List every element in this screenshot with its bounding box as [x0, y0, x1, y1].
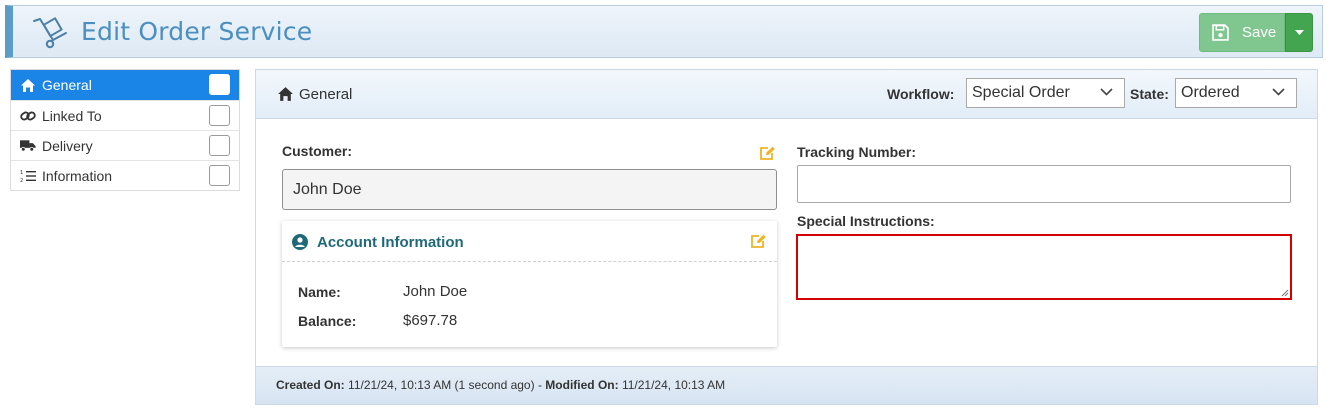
account-name-label: Name: — [298, 284, 341, 300]
save-button-group: Save — [1199, 13, 1313, 52]
section-checkbox[interactable] — [209, 165, 230, 186]
sidebar-item-label: Linked To — [42, 107, 102, 124]
section-checkbox[interactable] — [209, 135, 230, 156]
audit-footer: Created On: 11/21/24, 10:13 AM (1 second… — [256, 366, 1317, 404]
sidebar-item-linked-to[interactable]: Linked To — [11, 100, 239, 130]
resize-grip-icon[interactable] — [1281, 289, 1289, 297]
sidebar-item-delivery[interactable]: Delivery — [11, 130, 239, 160]
modified-on-value: 11/21/24, 10:13 AM — [621, 378, 726, 392]
modified-on-label: Modified On: — [545, 378, 619, 392]
sidebar-item-general[interactable]: General — [11, 70, 239, 100]
sidebar-item-label: Information — [42, 167, 113, 184]
edit-icon[interactable] — [750, 234, 767, 249]
chevron-down-icon — [1100, 88, 1113, 96]
panel-header: General Workflow: Special Order State: O… — [256, 70, 1317, 119]
workflow-select-value: Special Order — [972, 84, 1070, 101]
sidebar-item-label: General — [42, 77, 92, 93]
caret-down-icon — [1294, 29, 1304, 35]
account-information-card: Account Information Name: John Doe Balan… — [282, 221, 777, 347]
save-options-dropdown[interactable] — [1285, 13, 1313, 52]
link-icon — [20, 108, 36, 124]
truck-icon — [20, 138, 36, 154]
section-checkbox[interactable] — [209, 105, 230, 126]
list-ordered-icon: 1 2 — [20, 168, 36, 184]
state-select-value: Ordered — [1181, 84, 1240, 101]
customer-field[interactable]: John Doe — [282, 169, 777, 210]
page-header: Edit Order Service Save — [5, 5, 1323, 58]
state-select[interactable]: Ordered — [1175, 78, 1297, 108]
hand-truck-icon — [33, 17, 67, 49]
tracking-number-label: Tracking Number: — [797, 144, 917, 160]
account-name-value: John Doe — [403, 283, 468, 300]
svg-text:2: 2 — [20, 178, 23, 183]
general-panel: General Workflow: Special Order State: O… — [255, 69, 1318, 405]
tracking-number-input[interactable] — [797, 165, 1291, 203]
account-balance-label: Balance: — [298, 313, 357, 329]
section-checkbox[interactable] — [209, 74, 230, 95]
sidebar-item-information[interactable]: 1 2 Information — [11, 160, 239, 190]
floppy-disk-icon — [1212, 24, 1229, 41]
account-card-title: Account Information — [317, 234, 464, 251]
workflow-label: Workflow: — [887, 86, 955, 102]
workflow-select[interactable]: Special Order — [966, 78, 1125, 108]
footer-separator: - — [534, 378, 546, 392]
panel-title: General — [299, 86, 353, 103]
chevron-down-icon — [1272, 88, 1285, 96]
customer-label: Customer: — [282, 143, 353, 159]
page-title: Edit Order Service — [81, 17, 313, 46]
account-balance-value: $697.78 — [403, 312, 458, 329]
created-on-label: Created On: — [276, 378, 345, 392]
special-instructions-label: Special Instructions: — [797, 213, 935, 229]
state-label: State: — [1130, 86, 1169, 102]
special-instructions-textarea[interactable] — [796, 234, 1292, 300]
home-icon — [278, 87, 293, 101]
sidebar-nav: General Linked To Delivery 1 2 Informati… — [10, 69, 240, 191]
save-button[interactable]: Save — [1199, 13, 1285, 52]
svg-text:1: 1 — [20, 170, 23, 176]
sidebar-item-label: Delivery — [42, 137, 93, 154]
user-circle-icon — [292, 234, 308, 250]
home-icon — [20, 77, 36, 93]
save-button-label: Save — [1242, 24, 1277, 41]
account-card-header: Account Information — [282, 221, 777, 262]
created-on-value: 11/21/24, 10:13 AM (1 second ago) — [348, 378, 535, 392]
edit-icon[interactable] — [759, 146, 776, 161]
